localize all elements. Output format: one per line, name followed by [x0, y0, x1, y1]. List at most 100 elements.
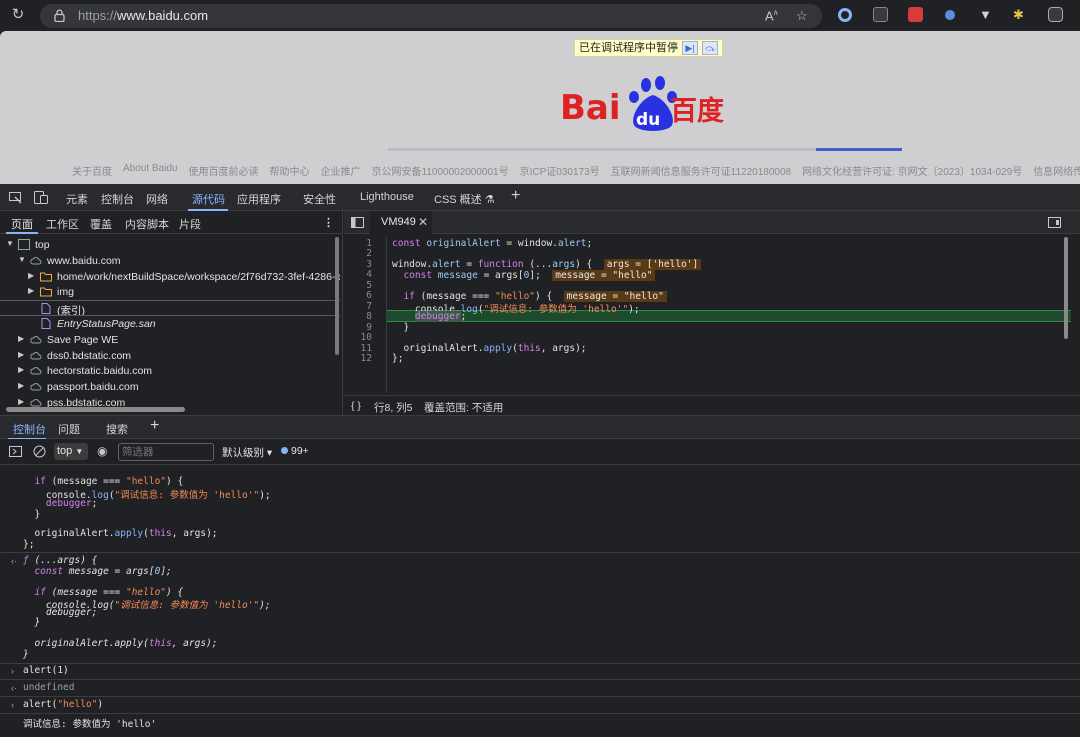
extension-face-icon[interactable]	[1048, 7, 1063, 22]
tab-network[interactable]: 网络	[146, 191, 168, 207]
pretty-print-button[interactable]: { }	[351, 400, 361, 412]
line-number[interactable]: 3	[352, 259, 372, 270]
footer-link[interactable]: 互联网新闻信息服务许可证11220180008	[611, 163, 791, 178]
baidu-logo[interactable]: Bai du 百度	[560, 73, 730, 133]
tree-item[interactable]: ▼ top	[0, 237, 340, 253]
footer-link[interactable]: 使用百度前必读	[189, 163, 259, 178]
line-number[interactable]: 7	[352, 301, 372, 312]
footer-link[interactable]: 帮助中心	[270, 163, 310, 178]
footer-link[interactable]: 京公网安备11000002000001号	[372, 163, 509, 178]
context-selector[interactable]: top ▼	[54, 443, 88, 460]
toggle-navigator-icon[interactable]	[351, 217, 364, 228]
footer-link[interactable]: About Baidu	[123, 163, 178, 178]
expand-right-icon[interactable]: ▶	[28, 271, 34, 280]
navigator-hscrollbar[interactable]	[6, 407, 185, 412]
console-sidebar-icon[interactable]	[9, 446, 22, 457]
expand-right-icon[interactable]: ▶	[18, 350, 24, 359]
footer-link[interactable]: 信息网络传播视听	[1033, 163, 1080, 178]
extension-v-icon[interactable]: ▼	[979, 7, 994, 22]
console-output[interactable]: if (message === "hello") { console.log("…	[0, 465, 1080, 737]
line-number[interactable]: 12	[352, 353, 372, 364]
tree-item[interactable]: (索引)	[0, 300, 340, 317]
expand-down-icon[interactable]: ▼	[18, 255, 26, 264]
line-number[interactable]: 8	[352, 311, 372, 322]
add-drawer-tab-icon[interactable]: +	[150, 417, 159, 435]
live-expression-eye-icon[interactable]: ◉	[97, 444, 107, 458]
log-level-select[interactable]: 默认级别 ▾	[222, 445, 272, 460]
expand-right-icon[interactable]: ▶	[18, 365, 24, 374]
extension-circle-icon[interactable]	[838, 8, 852, 22]
search-button[interactable]	[816, 148, 902, 151]
line-number[interactable]: 6	[352, 290, 372, 301]
navigator-scrollbar[interactable]	[335, 237, 339, 355]
reload-icon[interactable]: ↻	[10, 7, 26, 23]
extension-chart-icon[interactable]	[873, 7, 888, 22]
editor-file-tab[interactable]: VM949 ✕	[370, 211, 432, 234]
line-number[interactable]: 1	[352, 238, 372, 249]
expand-right-icon[interactable]: ▶	[18, 381, 24, 390]
line-number[interactable]: 2	[352, 248, 372, 259]
footer-link[interactable]: 企业推广	[321, 163, 361, 178]
expand-right-icon[interactable]: ▶	[18, 334, 24, 343]
tab-security[interactable]: 安全性	[303, 191, 336, 207]
expand-right-icon[interactable]: ▶	[18, 397, 24, 406]
tab-lighthouse[interactable]: Lighthouse	[360, 191, 414, 203]
expand-down-icon[interactable]: ▼	[6, 239, 14, 248]
line-number[interactable]: 5	[352, 280, 372, 291]
toggle-debugger-icon[interactable]	[1048, 217, 1061, 228]
tab-content-scripts[interactable]: 内容脚本	[125, 216, 169, 232]
add-tab-icon[interactable]: +	[511, 187, 520, 205]
expand-right-icon[interactable]: ▶	[28, 286, 34, 295]
console-echo-line: if (message === "hello") {	[34, 476, 184, 487]
url-text[interactable]: https://www.baidu.com	[78, 8, 208, 23]
line-number[interactable]: 10	[352, 332, 372, 343]
editor-scrollbar[interactable]	[1064, 237, 1068, 339]
footer-link[interactable]: 京ICP证030173号	[520, 163, 600, 178]
tree-item[interactable]: ▶ hectorstatic.baidu.com	[0, 363, 340, 379]
clear-console-icon[interactable]	[33, 445, 46, 458]
resume-icon[interactable]: ▶|	[682, 41, 698, 55]
tab-page[interactable]: 页面	[11, 216, 33, 232]
extension-red-icon[interactable]	[908, 7, 923, 22]
console-filter-input[interactable]	[118, 443, 214, 461]
tree-item[interactable]: ▼ www.baidu.com	[0, 253, 340, 269]
drawer-tab-console[interactable]: 控制台	[13, 421, 46, 437]
tree-item[interactable]: ▶ home/work/nextBuildSpace/workspace/2f76…	[0, 269, 340, 285]
address-bar[interactable]: https://www.baidu.com Aʌ ☆	[40, 4, 822, 28]
tab-console[interactable]: 控制台	[101, 191, 134, 207]
tree-item[interactable]: ▶ img	[0, 284, 340, 300]
tab-application[interactable]: 应用程序	[237, 191, 281, 207]
logo-text-du: du	[636, 110, 660, 130]
issues-badge[interactable]: 99+	[281, 445, 309, 457]
step-over-icon[interactable]: ⤼	[702, 41, 718, 55]
inspect-element-icon[interactable]	[9, 192, 22, 204]
more-options-icon[interactable]: ⋮	[323, 216, 334, 229]
line-number[interactable]: 11	[352, 343, 372, 354]
tab-snippets[interactable]: 片段	[179, 216, 201, 232]
code-line-12: };	[392, 353, 404, 364]
tree-item[interactable]: ▶ dss0.bdstatic.com	[0, 348, 340, 364]
tree-item[interactable]: EntryStatusPage.san	[0, 316, 340, 332]
tab-elements[interactable]: 元素	[66, 191, 88, 207]
tab-overrides[interactable]: 覆盖	[90, 216, 112, 232]
tree-item[interactable]: ▶ Save Page WE	[0, 332, 340, 348]
tab-css-overview[interactable]: CSS 概述 ⚗	[434, 191, 495, 207]
extension-blue-icon[interactable]	[945, 10, 955, 20]
search-bar[interactable]	[388, 148, 902, 151]
extension-puzzle-icon[interactable]: ✱	[1013, 7, 1028, 22]
tree-item[interactable]: ▶ passport.baidu.com	[0, 379, 340, 395]
line-gutter[interactable]: 1 2 3 4 5 6 7 8 9 10 11 12	[344, 237, 387, 393]
close-icon[interactable]: ✕	[418, 215, 428, 229]
drawer-tab-search[interactable]: 搜索	[106, 421, 128, 437]
tab-sources[interactable]: 源代码	[192, 191, 225, 207]
line-number[interactable]: 9	[352, 322, 372, 333]
drawer-tab-issues[interactable]: 问题	[58, 421, 80, 437]
footer-link[interactable]: 网络文化经营许可证: 京网文〔2023〕1034-029号	[802, 163, 1022, 178]
star-icon[interactable]: ☆	[796, 8, 808, 24]
code-editor: VM949 ✕ 1 2 3 4 5 6 7 8 9 10 11 12 const originalAl…	[344, 211, 1080, 415]
read-aloud-icon[interactable]: Aʌ	[765, 8, 778, 23]
device-toolbar-icon[interactable]	[34, 191, 48, 204]
tab-workspace[interactable]: 工作区	[46, 216, 79, 232]
line-number[interactable]: 4	[352, 269, 372, 280]
footer-link[interactable]: 关于百度	[72, 163, 112, 178]
